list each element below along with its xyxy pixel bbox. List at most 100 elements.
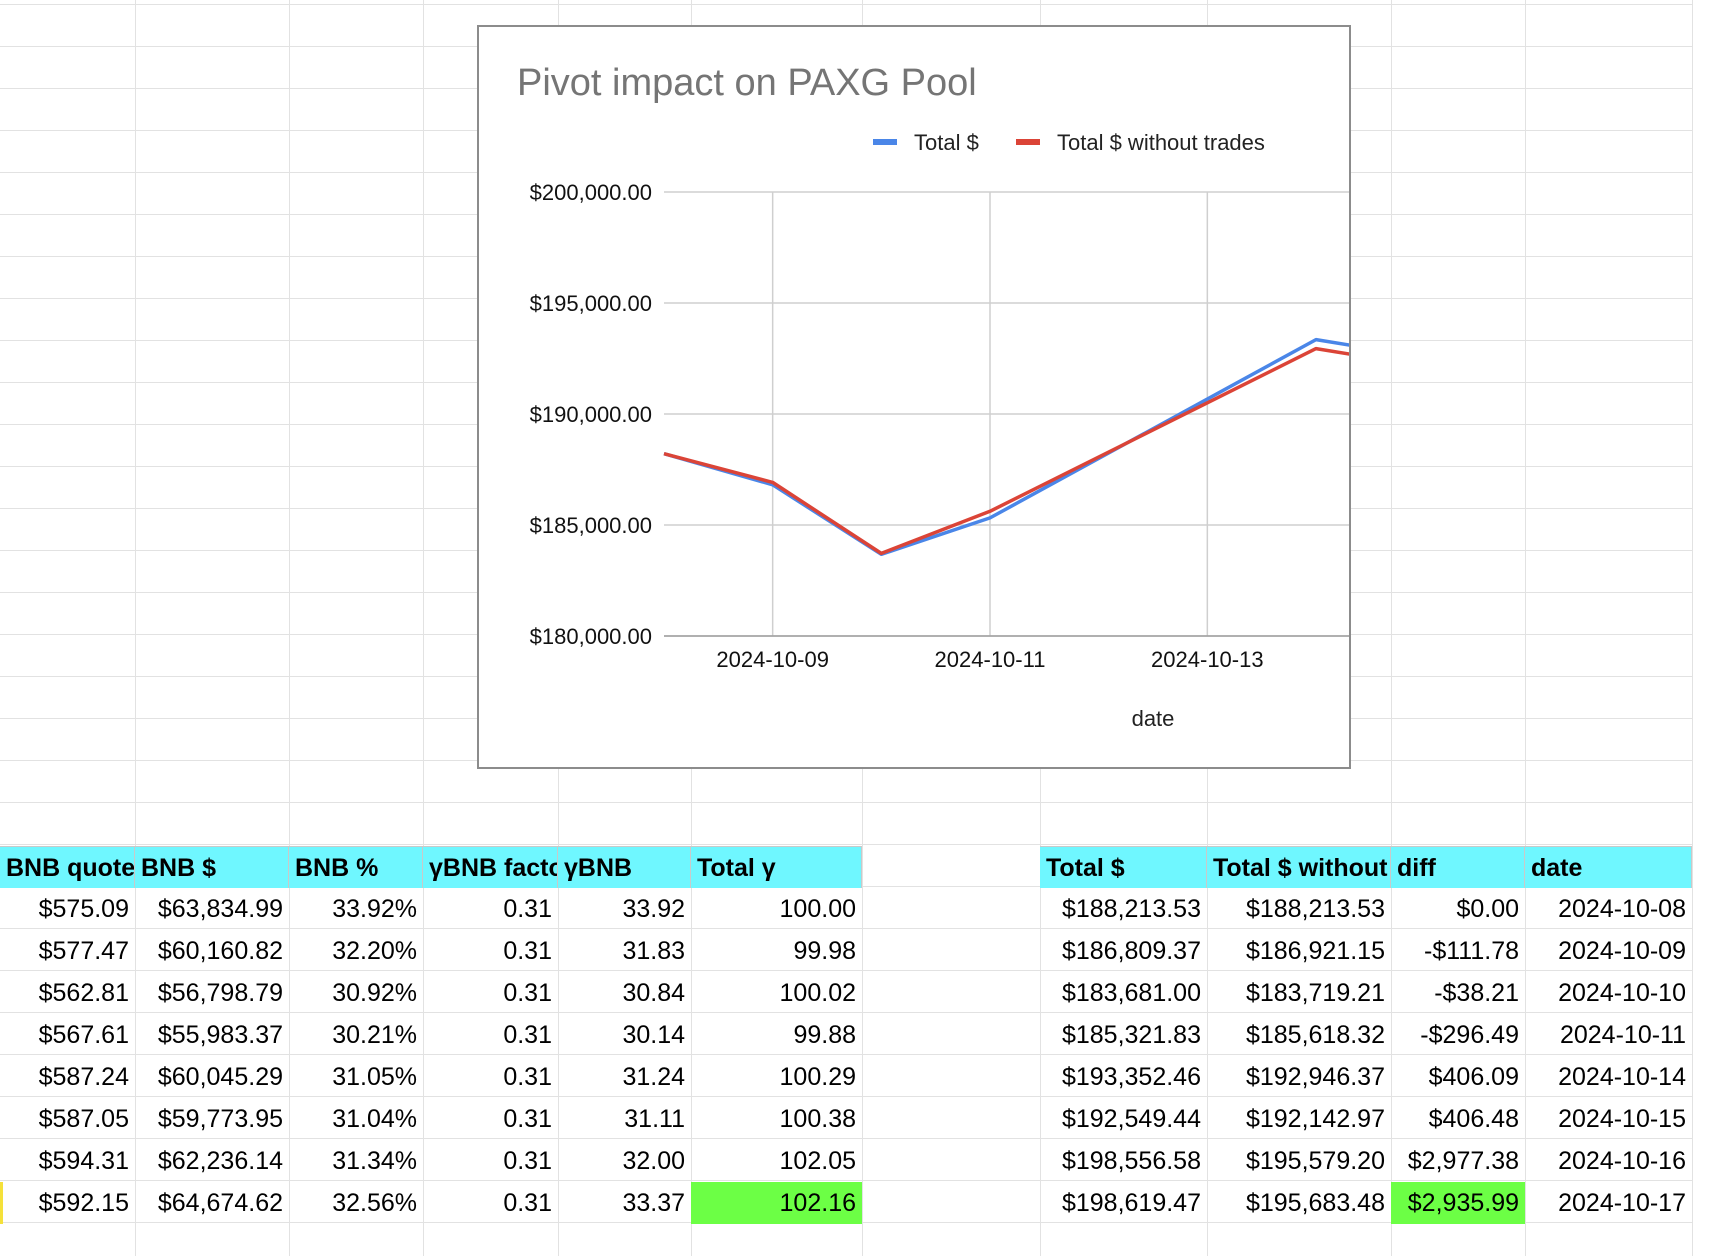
left-table-cell[interactable]: 100.29 bbox=[691, 1056, 862, 1098]
left-table-cell[interactable]: 31.04% bbox=[289, 1098, 423, 1140]
right-table-cell[interactable]: $2,935.99 bbox=[1391, 1182, 1525, 1224]
left-table-cell[interactable]: 100.38 bbox=[691, 1098, 862, 1140]
right-table-cell[interactable]: 2024-10-09 bbox=[1525, 930, 1692, 972]
right-table-cell[interactable]: 2024-10-16 bbox=[1525, 1140, 1692, 1182]
right-table-cell[interactable]: $406.09 bbox=[1391, 1056, 1525, 1098]
right-table-cell[interactable]: $2,977.38 bbox=[1391, 1140, 1525, 1182]
left-table-cell[interactable]: 32.56% bbox=[289, 1182, 423, 1224]
left-table-cell[interactable]: 0.31 bbox=[423, 1056, 558, 1098]
left-table-cell[interactable]: 100.00 bbox=[691, 888, 862, 930]
left-table-cell[interactable]: $562.81 bbox=[0, 972, 135, 1014]
series-line-without-trades bbox=[663, 346, 1349, 556]
left-table-header-cell[interactable]: BNB $ bbox=[135, 846, 289, 888]
right-table-cell[interactable]: $195,579.20 bbox=[1207, 1140, 1391, 1182]
left-table-cell[interactable]: $60,045.29 bbox=[135, 1056, 289, 1098]
left-table-cell[interactable]: $567.61 bbox=[0, 1014, 135, 1056]
grid-row-line bbox=[0, 4, 1692, 5]
right-table-cell[interactable]: -$296.49 bbox=[1391, 1014, 1525, 1056]
left-table-cell[interactable]: 99.98 bbox=[691, 930, 862, 972]
left-table-cell[interactable]: 32.00 bbox=[558, 1140, 691, 1182]
right-table-cell[interactable]: $185,321.83 bbox=[1040, 1014, 1207, 1056]
left-table-cell[interactable]: 0.31 bbox=[423, 972, 558, 1014]
right-table-cell[interactable]: $183,719.21 bbox=[1207, 972, 1391, 1014]
left-table-cell[interactable]: 31.11 bbox=[558, 1098, 691, 1140]
right-table-cell[interactable]: $192,946.37 bbox=[1207, 1056, 1391, 1098]
left-table-cell[interactable]: 30.84 bbox=[558, 972, 691, 1014]
right-table-cell[interactable]: 2024-10-08 bbox=[1525, 888, 1692, 930]
left-table-cell[interactable]: 102.16 bbox=[691, 1182, 862, 1224]
right-table-cell[interactable]: $193,352.46 bbox=[1040, 1056, 1207, 1098]
left-table-cell[interactable]: 31.05% bbox=[289, 1056, 423, 1098]
left-table-cell[interactable]: 30.92% bbox=[289, 972, 423, 1014]
legend-swatch-without-trades bbox=[1016, 139, 1040, 145]
y-tick-label: $185,000.00 bbox=[530, 513, 652, 538]
left-table-cell[interactable]: $60,160.82 bbox=[135, 930, 289, 972]
right-table-cell[interactable]: 2024-10-11 bbox=[1525, 1014, 1692, 1056]
left-table-cell[interactable]: 30.14 bbox=[558, 1014, 691, 1056]
left-table-cell[interactable]: $55,983.37 bbox=[135, 1014, 289, 1056]
left-table-cell[interactable]: 0.31 bbox=[423, 1014, 558, 1056]
right-table-cell[interactable]: $188,213.53 bbox=[1040, 888, 1207, 930]
left-table-cell[interactable]: 0.31 bbox=[423, 930, 558, 972]
left-table-cell[interactable]: 31.34% bbox=[289, 1140, 423, 1182]
left-table-cell[interactable]: 31.83 bbox=[558, 930, 691, 972]
left-table-cell[interactable]: 99.88 bbox=[691, 1014, 862, 1056]
left-table-cell[interactable]: $59,773.95 bbox=[135, 1098, 289, 1140]
left-table-cell[interactable]: $587.05 bbox=[0, 1098, 135, 1140]
right-table-cell[interactable]: $185,618.32 bbox=[1207, 1014, 1391, 1056]
grid-column-line bbox=[1692, 0, 1693, 1256]
right-table-cell[interactable]: -$111.78 bbox=[1391, 930, 1525, 972]
right-table-cell[interactable]: 2024-10-17 bbox=[1525, 1182, 1692, 1224]
left-table-cell[interactable]: $587.24 bbox=[0, 1056, 135, 1098]
left-table-cell[interactable]: 30.21% bbox=[289, 1014, 423, 1056]
left-table-cell[interactable]: $594.31 bbox=[0, 1140, 135, 1182]
right-table-header-cell[interactable]: diff bbox=[1391, 846, 1525, 888]
left-table-cell[interactable]: $56,798.79 bbox=[135, 972, 289, 1014]
right-table-cell[interactable]: $186,809.37 bbox=[1040, 930, 1207, 972]
left-table-header-cell[interactable]: γBNB bbox=[558, 846, 691, 888]
right-table-cell[interactable]: $0.00 bbox=[1391, 888, 1525, 930]
right-table-cell[interactable]: 2024-10-15 bbox=[1525, 1098, 1692, 1140]
left-table-cell[interactable]: $592.15 bbox=[0, 1182, 135, 1224]
left-table-header-cell[interactable]: BNB quote bbox=[0, 846, 135, 888]
right-table-cell[interactable]: $183,681.00 bbox=[1040, 972, 1207, 1014]
x-axis-label: date bbox=[1132, 706, 1175, 731]
right-table-cell[interactable]: 2024-10-10 bbox=[1525, 972, 1692, 1014]
left-table-cell[interactable]: 33.37 bbox=[558, 1182, 691, 1224]
left-table-cell[interactable]: 100.02 bbox=[691, 972, 862, 1014]
left-table-cell[interactable]: $577.47 bbox=[0, 930, 135, 972]
right-table-cell[interactable]: $192,549.44 bbox=[1040, 1098, 1207, 1140]
left-table-cell[interactable]: 102.05 bbox=[691, 1140, 862, 1182]
y-tick-label: $190,000.00 bbox=[530, 402, 652, 427]
right-table-cell[interactable]: $198,619.47 bbox=[1040, 1182, 1207, 1224]
line-chart[interactable]: $200,000.00 $195,000.00 $190,000.00 $185,00… bbox=[477, 25, 1351, 769]
left-table-header-cell[interactable]: γBNB factor bbox=[423, 846, 558, 888]
left-table-cell[interactable]: 0.31 bbox=[423, 1182, 558, 1224]
left-table-cell[interactable]: 33.92% bbox=[289, 888, 423, 930]
left-table-cell[interactable]: 33.92 bbox=[558, 888, 691, 930]
right-table-cell[interactable]: $195,683.48 bbox=[1207, 1182, 1391, 1224]
left-table-cell[interactable]: $575.09 bbox=[0, 888, 135, 930]
right-table-header-cell[interactable]: date bbox=[1525, 846, 1692, 888]
left-table-cell[interactable]: $63,834.99 bbox=[135, 888, 289, 930]
left-table-header-cell[interactable]: BNB % bbox=[289, 846, 423, 888]
right-table-cell[interactable]: $406.48 bbox=[1391, 1098, 1525, 1140]
left-table-cell[interactable]: $62,236.14 bbox=[135, 1140, 289, 1182]
left-table-cell[interactable]: $64,674.62 bbox=[135, 1182, 289, 1224]
right-table-cell[interactable]: -$38.21 bbox=[1391, 972, 1525, 1014]
right-table-cell[interactable]: $198,556.58 bbox=[1040, 1140, 1207, 1182]
right-table-header-cell[interactable]: Total $ bbox=[1040, 846, 1207, 888]
left-table-cell[interactable]: 32.20% bbox=[289, 930, 423, 972]
left-table-cell[interactable]: 0.31 bbox=[423, 1140, 558, 1182]
left-table-cell[interactable]: 31.24 bbox=[558, 1056, 691, 1098]
right-table-cell[interactable]: $192,142.97 bbox=[1207, 1098, 1391, 1140]
left-table-header-cell[interactable]: Total γ bbox=[691, 846, 862, 888]
right-table-cell[interactable]: 2024-10-14 bbox=[1525, 1056, 1692, 1098]
right-table-cell[interactable]: $188,213.53 bbox=[1207, 888, 1391, 930]
left-table-cell[interactable]: 0.31 bbox=[423, 1098, 558, 1140]
y-tick-label: $195,000.00 bbox=[530, 291, 652, 316]
right-table-cell[interactable]: $186,921.15 bbox=[1207, 930, 1391, 972]
right-table-header-cell[interactable]: Total $ without trades bbox=[1207, 846, 1391, 888]
left-table-cell[interactable]: 0.31 bbox=[423, 888, 558, 930]
x-tick-label: 2024-10-09 bbox=[716, 647, 829, 672]
